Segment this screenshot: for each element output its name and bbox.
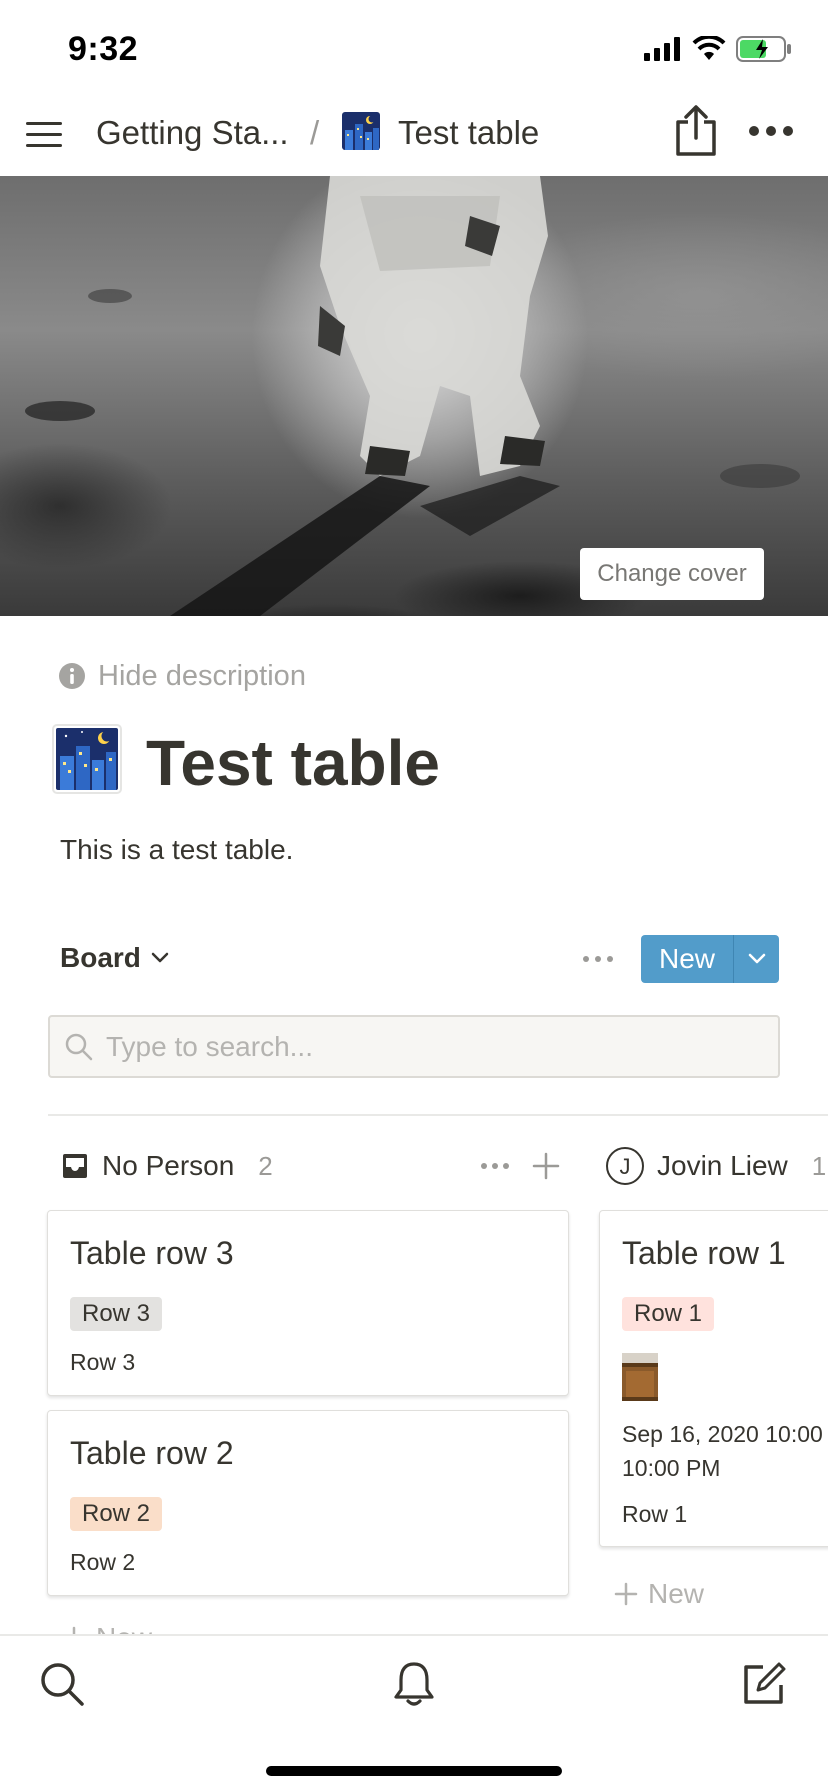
column-options-icon[interactable] — [480, 1160, 510, 1172]
status-bar: 9:32 — [0, 0, 828, 96]
card-title: Table row 3 — [70, 1235, 234, 1271]
board-card-table-row-1[interactable]: Table row 1 Row 1 Sep 16, 2020 10:00 PM … — [599, 1210, 828, 1547]
column-count: 1 — [811, 1150, 827, 1181]
card-thumbnail-image — [622, 1353, 658, 1401]
inbox-icon — [63, 1154, 87, 1178]
search-icon — [65, 1033, 93, 1060]
signal-icon — [644, 37, 680, 61]
hide-description-label: Hide description — [98, 659, 306, 692]
new-dropdown-button[interactable] — [734, 935, 779, 983]
board-divider — [48, 1114, 828, 1116]
card-date-end: 10:00 PM — [622, 1455, 721, 1481]
status-time: 9:32 — [68, 30, 139, 68]
bell-icon — [394, 1662, 434, 1706]
page-title[interactable]: Test table — [146, 726, 440, 800]
column-name: No Person — [102, 1150, 235, 1181]
add-new-card-column-2[interactable]: New — [614, 1578, 704, 1610]
plus-icon — [614, 1582, 638, 1606]
column-actions — [480, 1152, 560, 1180]
home-indicator — [266, 1766, 562, 1776]
breadcrumb-separator: / — [310, 114, 320, 151]
page-description[interactable]: This is a test table. — [60, 834, 293, 866]
top-navigation: Getting Sta... / Test table — [0, 96, 828, 176]
status-icons — [644, 36, 792, 62]
card-text: Row 2 — [70, 1549, 136, 1575]
search-input[interactable] — [106, 1030, 746, 1063]
avatar-initial: J — [620, 1154, 631, 1179]
share-icon[interactable] — [672, 104, 720, 158]
board-card-table-row-3[interactable]: Table row 3 Row 3 Row 3 — [47, 1210, 569, 1396]
view-selector[interactable]: Board — [60, 942, 169, 974]
avatar: J — [606, 1147, 644, 1185]
info-icon — [59, 663, 85, 689]
more-options-icon[interactable] — [748, 122, 794, 140]
card-tag: Row 1 — [622, 1297, 715, 1331]
compose-tab-button[interactable] — [736, 1656, 792, 1712]
add-card-icon[interactable] — [532, 1152, 560, 1180]
board-card-table-row-2[interactable]: Table row 2 Row 2 Row 2 — [47, 1410, 569, 1596]
change-cover-button[interactable]: Change cover — [580, 548, 764, 600]
breadcrumb-parent[interactable]: Getting Sta... — [96, 114, 289, 152]
card-tag: Row 3 — [70, 1297, 163, 1331]
new-button[interactable]: New — [641, 935, 733, 983]
cover-image: Change cover — [0, 176, 828, 616]
view-options-icon[interactable] — [582, 950, 614, 968]
new-button-group: New — [641, 935, 779, 983]
chevron-down-icon — [748, 953, 765, 964]
card-text: Row 3 — [70, 1349, 136, 1375]
card-date: Sep 16, 2020 10:00 PM — [622, 1421, 828, 1447]
breadcrumb-current[interactable]: Test table — [398, 114, 539, 152]
search-icon — [41, 1663, 84, 1706]
card-tag: Row 2 — [70, 1497, 163, 1531]
column-count: 2 — [258, 1150, 273, 1181]
city-night-emoji-icon — [342, 112, 380, 150]
menu-icon[interactable] — [24, 114, 64, 154]
view-label: Board — [60, 942, 141, 973]
bottom-tab-bar — [0, 1634, 828, 1792]
compose-icon — [744, 1662, 786, 1704]
card-title: Table row 1 — [622, 1235, 786, 1271]
column-name: Jovin Liew — [657, 1150, 788, 1181]
hide-description-toggle[interactable]: Hide description — [58, 658, 306, 694]
page-icon-city-night[interactable] — [52, 724, 122, 794]
card-text: Row 1 — [622, 1501, 688, 1527]
battery-icon — [736, 36, 791, 62]
wifi-icon — [692, 36, 726, 60]
new-card-label: New — [648, 1578, 705, 1609]
card-title: Table row 2 — [70, 1435, 234, 1471]
column-header-jovin-liew[interactable]: J Jovin Liew 1 — [605, 1144, 828, 1188]
notifications-tab-button[interactable] — [386, 1656, 442, 1712]
search-box[interactable] — [48, 1015, 780, 1078]
search-tab-button[interactable] — [34, 1656, 90, 1712]
chevron-down-icon — [151, 952, 169, 963]
